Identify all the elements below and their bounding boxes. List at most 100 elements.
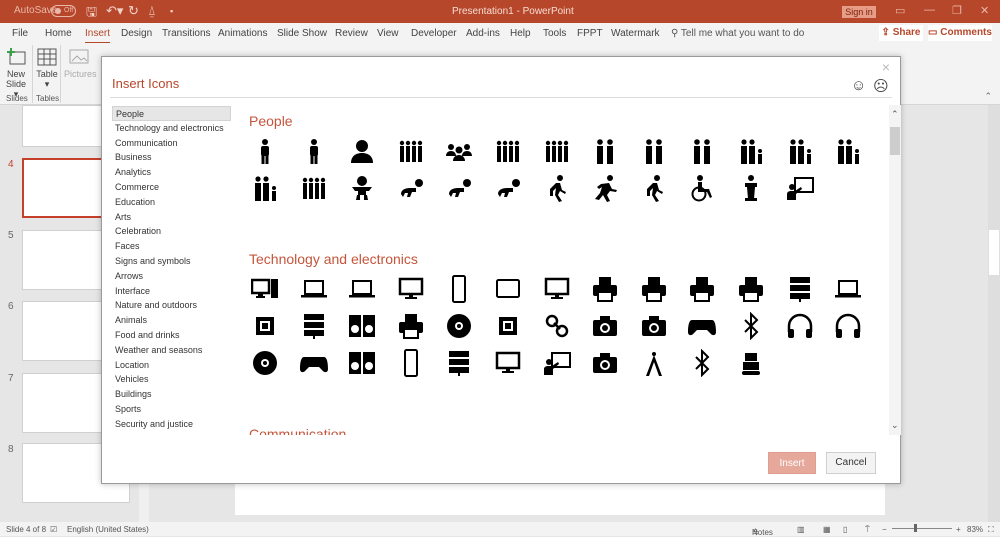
cd-icon[interactable] xyxy=(443,310,475,342)
elderly-cane-icon[interactable] xyxy=(638,172,670,204)
category-signs-and-symbols[interactable]: Signs and symbols xyxy=(112,254,232,269)
scrollbar-thumb[interactable] xyxy=(989,230,999,275)
category-security-and-justice[interactable]: Security and justice xyxy=(112,417,232,432)
tab-view[interactable]: View xyxy=(377,28,399,39)
cpu-chip-icon[interactable] xyxy=(249,310,281,342)
group-icon[interactable] xyxy=(443,135,475,167)
tab-help[interactable]: Help xyxy=(510,28,531,39)
tab-file[interactable]: File xyxy=(12,28,28,39)
insert-button[interactable]: Insert xyxy=(768,452,816,474)
category-analytics[interactable]: Analytics xyxy=(112,165,232,180)
minimize-icon[interactable]: — xyxy=(924,4,935,16)
laptop-icon[interactable] xyxy=(298,273,330,305)
category-business[interactable]: Business xyxy=(112,150,232,165)
crawling-person-icon[interactable] xyxy=(492,172,524,204)
category-nature-and-outdoors[interactable]: Nature and outdoors xyxy=(112,298,232,313)
tab-watermark[interactable]: Watermark xyxy=(611,28,660,39)
fit-slide-icon[interactable]: ⛶ xyxy=(988,525,994,535)
present-icon[interactable]: ⍙ xyxy=(148,3,156,19)
smile-feedback-icon[interactable]: ☺ xyxy=(851,77,866,94)
diaper-change-icon[interactable] xyxy=(443,172,475,204)
spellcheck-icon[interactable]: ☑ xyxy=(50,525,57,534)
wifi-router-icon[interactable] xyxy=(298,310,330,342)
frown-feedback-icon[interactable]: ☹ xyxy=(873,77,889,95)
category-arts[interactable]: Arts xyxy=(112,210,232,225)
tab-home[interactable]: Home xyxy=(45,28,72,39)
copier-icon[interactable] xyxy=(735,273,767,305)
cell-tower-icon[interactable] xyxy=(638,347,670,379)
customize-qat-icon[interactable]: ▪ xyxy=(170,6,173,16)
normal-view-icon[interactable]: ▥ xyxy=(797,525,805,534)
category-weather-and-seasons[interactable]: Weather and seasons xyxy=(112,343,232,358)
shredder-icon[interactable] xyxy=(686,273,718,305)
scroll-up-icon[interactable]: ⌃ xyxy=(891,109,899,120)
ribbon-display-icon[interactable]: ▭ xyxy=(895,4,905,17)
floppy-disk-icon[interactable] xyxy=(492,310,524,342)
language-status[interactable]: English (United States) xyxy=(67,525,149,534)
two-women-icon[interactable] xyxy=(638,135,670,167)
couple-man-woman-icon[interactable] xyxy=(589,135,621,167)
usb-symbol-icon[interactable] xyxy=(735,310,767,342)
monitor-icon[interactable] xyxy=(395,273,427,305)
close-window-icon[interactable]: ✕ xyxy=(980,4,989,17)
scroll-down-icon[interactable]: ⌄ xyxy=(891,420,899,431)
pictures-button[interactable]: Pictures xyxy=(64,47,97,79)
tablet-icon[interactable] xyxy=(492,273,524,305)
projector-icon[interactable] xyxy=(589,347,621,379)
running-icon[interactable] xyxy=(589,172,621,204)
cloud-sync-icon[interactable] xyxy=(541,273,573,305)
undo-icon[interactable]: ↶▾ xyxy=(106,3,123,19)
category-arrows[interactable]: Arrows xyxy=(112,269,232,284)
slideshow-view-icon[interactable]: ⍑ xyxy=(865,525,870,535)
smartphone-icon[interactable] xyxy=(443,273,475,305)
tab-insert[interactable]: Insert xyxy=(85,28,111,44)
tell-me-search[interactable]: ⚲ Tell me what you want to do xyxy=(671,28,804,39)
podium-speaker-icon[interactable] xyxy=(735,172,767,204)
four-men-icon[interactable] xyxy=(492,135,524,167)
table-button[interactable]: Table ▾ xyxy=(35,47,59,90)
vr-headset-icon[interactable] xyxy=(298,347,330,379)
tab-animations[interactable]: Animations xyxy=(218,28,267,39)
walking-icon[interactable] xyxy=(541,172,573,204)
tab-transitions[interactable]: Transitions xyxy=(162,28,211,39)
comments-button[interactable]: ▭ Comments xyxy=(928,25,992,41)
category-location[interactable]: Location xyxy=(112,358,232,373)
user-icon[interactable] xyxy=(346,135,378,167)
scanner-icon[interactable] xyxy=(832,273,864,305)
collapse-ribbon-icon[interactable]: ⌃ xyxy=(984,91,992,102)
crawling-baby-icon[interactable] xyxy=(395,172,427,204)
speakers-icon[interactable] xyxy=(346,347,378,379)
man-carrying-child-icon[interactable] xyxy=(832,135,864,167)
vinyl-record-icon[interactable] xyxy=(249,347,281,379)
tab-slide-show[interactable]: Slide Show xyxy=(277,28,327,39)
sign-in-button[interactable]: Sign in xyxy=(842,6,876,18)
zoom-in-icon[interactable]: + xyxy=(956,525,961,534)
category-people[interactable]: People xyxy=(112,106,231,121)
maximize-icon[interactable]: ❐ xyxy=(952,4,962,17)
bluetooth-icon[interactable] xyxy=(686,347,718,379)
share-button[interactable]: ⇪ Share xyxy=(879,25,923,41)
family-child-icon[interactable] xyxy=(784,135,816,167)
category-sports[interactable]: Sports xyxy=(112,402,232,417)
printer-document-icon[interactable] xyxy=(638,273,670,305)
three-people-icon[interactable] xyxy=(395,135,427,167)
two-men-icon[interactable] xyxy=(686,135,718,167)
zoom-level[interactable]: 83% xyxy=(967,525,983,534)
baby-icon[interactable] xyxy=(346,172,378,204)
category-commerce[interactable]: Commerce xyxy=(112,180,232,195)
cancel-button[interactable]: Cancel xyxy=(826,452,876,474)
man-icon[interactable] xyxy=(249,135,281,167)
category-technology-and-electronics[interactable]: Technology and electronics xyxy=(112,121,232,136)
category-education[interactable]: Education xyxy=(112,195,232,210)
tab-review[interactable]: Review xyxy=(335,28,368,39)
dvd-player-icon[interactable] xyxy=(443,347,475,379)
category-celebration[interactable]: Celebration xyxy=(112,224,232,239)
category-animals[interactable]: Animals xyxy=(112,313,232,328)
headphones-icon[interactable] xyxy=(832,310,864,342)
category-interface[interactable]: Interface xyxy=(112,284,232,299)
slide-sorter-icon[interactable]: ▦ xyxy=(823,525,831,534)
tv-icon[interactable] xyxy=(492,347,524,379)
tab-fppt[interactable]: FPPT xyxy=(577,28,603,39)
editor-scrollbar[interactable] xyxy=(988,105,1000,522)
radio-icon[interactable] xyxy=(346,310,378,342)
